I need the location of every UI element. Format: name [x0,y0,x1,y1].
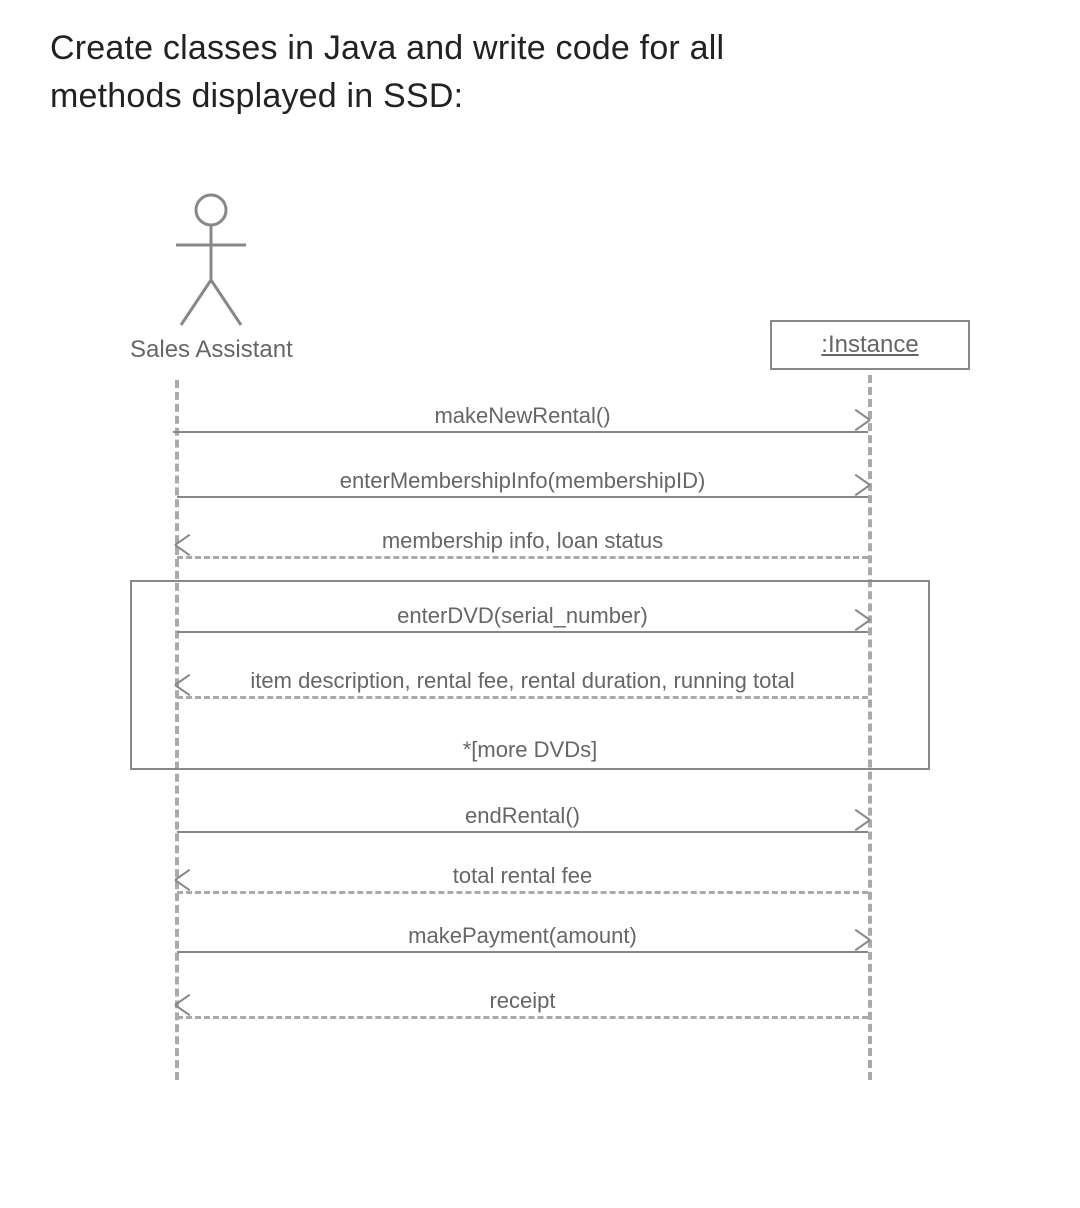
return-label: item description, rental fee, rental dur… [177,668,868,694]
message-label: endRental() [177,803,868,829]
return-item-description: item description, rental fee, rental dur… [177,670,868,710]
prompt-title: Create classes in Java and write code fo… [50,25,724,120]
arrow-line [177,696,868,699]
message-endRental: endRental() [177,805,868,845]
instance-box: :Instance [770,320,970,370]
arrow-line [177,496,868,498]
message-makeNewRental: makeNewRental() [177,405,868,445]
title-line-1: Create classes in Java and write code fo… [50,29,724,67]
return-label: membership info, loan status [177,528,868,554]
actor-label: Sales Assistant [130,336,293,364]
message-label: makeNewRental() [177,403,868,429]
message-label: enterMembershipInfo(membershipID) [177,468,868,494]
message-label: enterDVD(serial_number) [177,603,868,629]
message-label: makePayment(amount) [177,923,868,949]
arrow-line [177,891,868,894]
arrow-line [177,951,868,953]
arrow-line [177,556,868,559]
loop-guard: *[more DVDs] [132,737,928,763]
arrow-line [177,431,868,433]
arrow-line [177,631,868,633]
message-makePayment: makePayment(amount) [177,925,868,965]
title-line-2: methods displayed in SSD: [50,77,463,115]
return-label: receipt [177,988,868,1014]
ssd-diagram: Sales Assistant :Instance makeNewRental(… [50,180,1030,1140]
message-enterMembershipInfo: enterMembershipInfo(membershipID) [177,470,868,510]
arrow-line [177,831,868,833]
return-membership-info: membership info, loan status [177,530,868,570]
actor: Sales Assistant [130,190,293,364]
message-origin-tick [173,431,181,433]
instance-label: :Instance [821,331,918,359]
return-total-fee: total rental fee [177,865,868,905]
arrow-line [177,1016,868,1019]
message-enterDVD: enterDVD(serial_number) [177,605,868,645]
return-receipt: receipt [177,990,868,1030]
return-label: total rental fee [177,863,868,889]
stick-figure-icon [166,190,256,330]
